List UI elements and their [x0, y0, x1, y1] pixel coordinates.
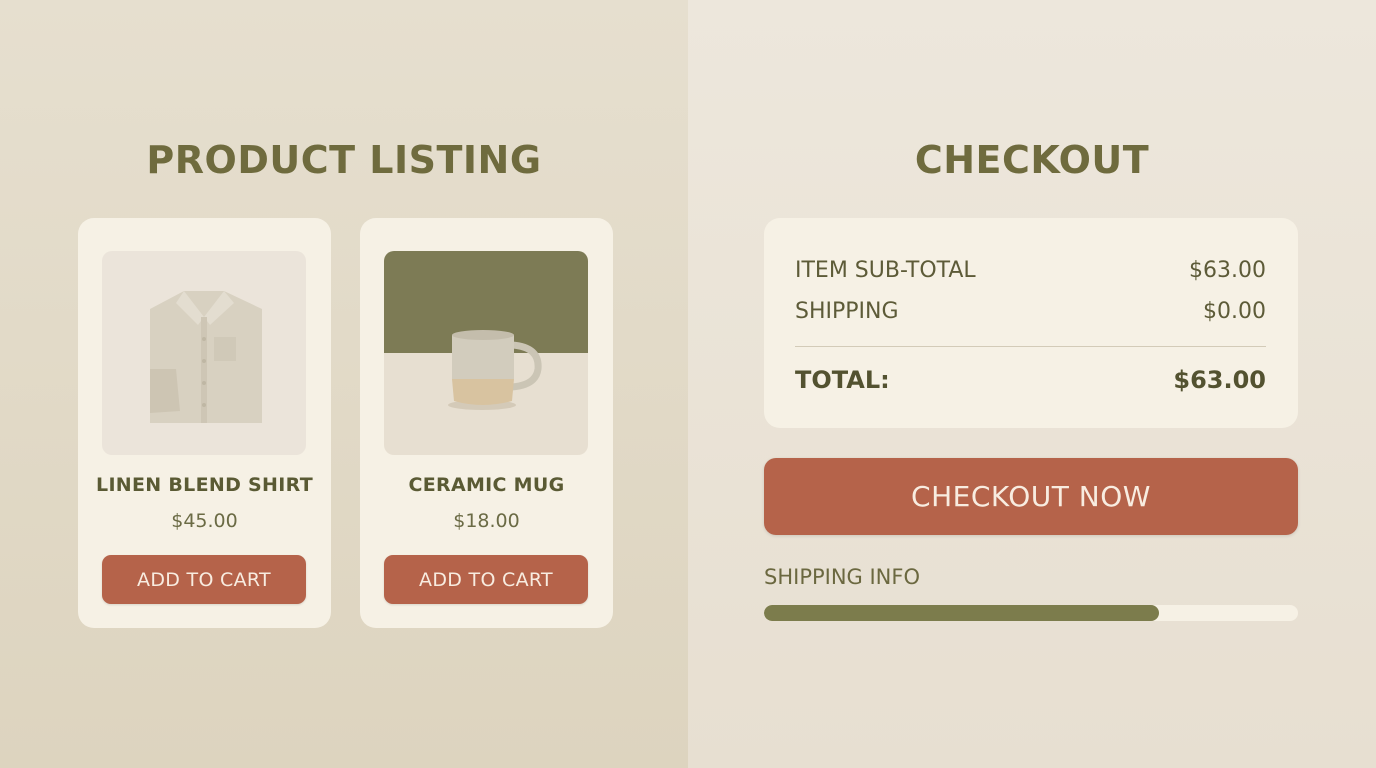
shipping-info-label: SHIPPING INFO	[764, 565, 921, 589]
shipping-value: $0.00	[1203, 299, 1266, 324]
add-to-cart-button-linen-shirt[interactable]: ADD TO CART	[102, 555, 306, 604]
subtotal-label: ITEM SUB-TOTAL	[795, 258, 976, 283]
subtotal-row: ITEM SUB-TOTAL $63.00	[795, 258, 1266, 283]
checkout-now-button[interactable]: CHECKOUT NOW	[764, 458, 1298, 535]
shipping-info-progress-fill	[764, 605, 1160, 621]
product-price: $45.00	[171, 510, 238, 532]
product-name: CERAMIC MUG	[408, 474, 565, 496]
add-to-cart-button-ceramic-mug[interactable]: ADD TO CART	[384, 555, 588, 604]
product-listing-panel: PRODUCT LISTING LINEN BLEND SHIRT $45.00…	[0, 0, 688, 768]
product-name: LINEN BLEND SHIRT	[96, 474, 313, 496]
ceramic-mug-image	[384, 251, 588, 455]
product-card-linen-shirt: LINEN BLEND SHIRT $45.00 ADD TO CART	[78, 218, 331, 628]
linen-shirt-image	[102, 251, 306, 455]
subtotal-value: $63.00	[1189, 258, 1266, 283]
checkout-title: CHECKOUT	[914, 138, 1150, 182]
order-summary-card: ITEM SUB-TOTAL $63.00 SHIPPING $0.00 TOT…	[764, 218, 1298, 428]
total-label: TOTAL:	[795, 366, 890, 394]
shipping-row: SHIPPING $0.00	[795, 299, 1266, 324]
product-listing-title: PRODUCT LISTING	[146, 138, 542, 182]
total-row: TOTAL: $63.00	[795, 366, 1266, 394]
shipping-info-progress-bar	[764, 605, 1298, 621]
product-card-ceramic-mug: CERAMIC MUG $18.00 ADD TO CART	[360, 218, 613, 628]
shipping-label: SHIPPING	[795, 299, 899, 324]
summary-divider	[795, 346, 1266, 347]
total-value: $63.00	[1173, 366, 1266, 394]
product-price: $18.00	[453, 510, 520, 532]
